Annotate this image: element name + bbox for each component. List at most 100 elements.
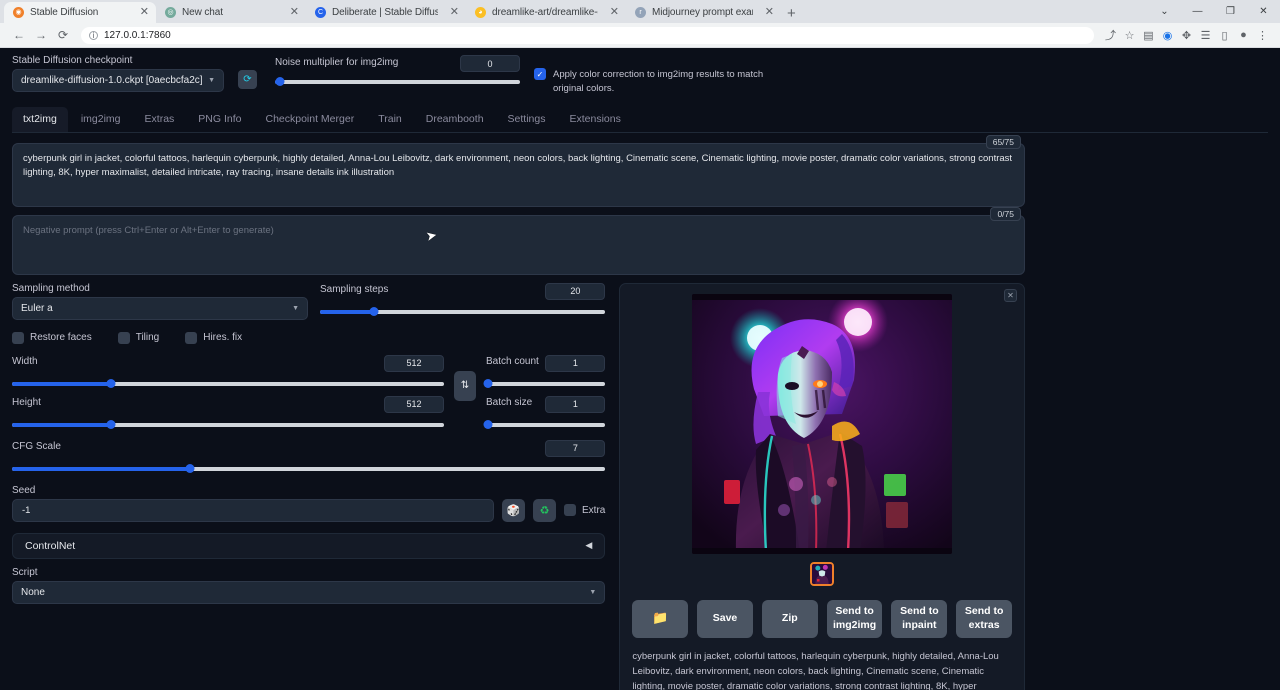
sampling-method-select[interactable]: Euler a ▼ xyxy=(12,297,308,320)
tab-settings[interactable]: Settings xyxy=(497,107,557,132)
info-icon: i xyxy=(89,31,98,40)
share-icon[interactable]: ⤴ xyxy=(1101,27,1120,43)
send-to-extras-button[interactable]: Send to extras xyxy=(956,600,1012,638)
browser-window: ◉ Stable Diffusion ✕ ◎ New chat ✕ C Deli… xyxy=(0,0,1280,690)
noise-value-input[interactable]: 0 xyxy=(460,55,520,72)
tab-close-icon[interactable]: ✕ xyxy=(134,7,149,18)
maximize-button[interactable]: ❐ xyxy=(1214,6,1247,17)
side-panel-icon[interactable]: ▯ xyxy=(1215,29,1234,42)
extensions-puzzle-icon[interactable]: ✥ xyxy=(1177,29,1196,42)
cfg-scale-slider[interactable] xyxy=(12,466,605,472)
checkbox-box xyxy=(118,332,130,344)
reuse-seed-button[interactable]: ♻ xyxy=(533,499,556,522)
tab-txt2img[interactable]: txt2img xyxy=(12,107,68,132)
tab-img2img[interactable]: img2img xyxy=(70,107,132,132)
batch-size-slider[interactable] xyxy=(486,422,605,428)
save-button[interactable]: Save xyxy=(697,600,753,638)
color-correction-group[interactable]: ✓ Apply color correction to img2img resu… xyxy=(534,68,764,96)
app-tabs: txt2img img2img Extras PNG Info Checkpoi… xyxy=(12,107,1268,133)
random-seed-button[interactable]: 🎲 xyxy=(502,499,525,522)
tab-close-icon[interactable]: ✕ xyxy=(284,7,299,18)
huggingface-icon: ◕ xyxy=(475,7,486,18)
dice-icon: 🎲 xyxy=(507,504,521,517)
send-to-inpaint-button[interactable]: Send to inpaint xyxy=(891,600,947,638)
height-slider[interactable] xyxy=(12,422,444,428)
checkpoint-group: Stable Diffusion checkpoint dreamlike-di… xyxy=(12,55,224,92)
restore-faces-checkbox[interactable]: Restore faces xyxy=(12,332,92,344)
thumbnail-0[interactable] xyxy=(810,562,834,586)
tab-extensions[interactable]: Extensions xyxy=(558,107,631,132)
browser-tab-4[interactable]: r Midjourney prompt examples : L ✕ xyxy=(626,2,781,23)
close-window-button[interactable]: ✕ xyxy=(1247,6,1280,17)
chevron-down-icon: ▼ xyxy=(589,589,596,596)
back-icon[interactable]: ← xyxy=(8,28,30,42)
reading-list-icon[interactable]: ☰ xyxy=(1196,29,1215,42)
sampling-method-label: Sampling method xyxy=(12,283,308,294)
swap-dimensions-button[interactable]: ⇅ xyxy=(454,371,476,401)
seed-input[interactable]: -1 xyxy=(12,499,494,522)
result-action-buttons: 📁 Save Zip Send to img2img Send to inpai… xyxy=(628,600,1016,638)
tab-title: Midjourney prompt examples : L xyxy=(652,7,753,18)
tiling-checkbox[interactable]: Tiling xyxy=(118,332,160,344)
sampling-steps-group: Sampling steps 20 xyxy=(320,283,605,320)
reload-icon[interactable]: ⟳ xyxy=(52,28,74,42)
tab-png-info[interactable]: PNG Info xyxy=(187,107,252,132)
wallet-icon[interactable]: ▤ xyxy=(1139,29,1158,42)
browser-tab-2[interactable]: C Deliberate | Stable Diffusion Che ✕ xyxy=(306,2,466,23)
browser-toolbar: ← → ⟳ i 127.0.0.1:7860 ⤴ ☆ ▤ ◉ ✥ ☰ ▯ ● ⋮ xyxy=(0,23,1280,48)
cfg-scale-input[interactable]: 7 xyxy=(545,440,605,457)
close-icon: ✕ xyxy=(1007,291,1014,300)
extra-checkbox[interactable]: Extra xyxy=(564,504,605,516)
minimize-button[interactable]: — xyxy=(1181,6,1214,17)
noise-slider[interactable] xyxy=(275,79,520,85)
recycle-icon: ♻ xyxy=(540,504,550,517)
chevron-down-icon: ▼ xyxy=(292,305,299,312)
tab-extras[interactable]: Extras xyxy=(134,107,186,132)
batch-size-input[interactable]: 1 xyxy=(545,396,605,413)
browser-tab-1[interactable]: ◎ New chat ✕ xyxy=(156,2,306,23)
address-bar[interactable]: i 127.0.0.1:7860 xyxy=(81,27,1094,44)
menu-kebab-icon[interactable]: ⋮ xyxy=(1253,29,1272,42)
batch-count-slider[interactable] xyxy=(486,381,605,387)
height-input[interactable]: 512 xyxy=(384,396,444,413)
profile-circle-icon[interactable]: ◉ xyxy=(1158,29,1177,42)
bookmark-star-icon[interactable]: ☆ xyxy=(1120,29,1139,42)
account-avatar-icon[interactable]: ● xyxy=(1234,29,1253,41)
forward-icon[interactable]: → xyxy=(30,28,52,42)
negative-token-counter: 0/75 xyxy=(990,207,1021,221)
zip-button[interactable]: Zip xyxy=(762,600,818,638)
new-tab-button[interactable]: + xyxy=(787,6,796,21)
negative-prompt-input[interactable]: Negative prompt (press Ctrl+Enter or Alt… xyxy=(12,215,1025,275)
browser-tab-3[interactable]: ◕ dreamlike-art/dreamlike-diffusio ✕ xyxy=(466,2,626,23)
generated-image[interactable] xyxy=(692,294,952,554)
tab-close-icon[interactable]: ✕ xyxy=(604,7,619,18)
stable-diffusion-webui: Stable Diffusion checkpoint dreamlike-di… xyxy=(0,48,1280,690)
hires-fix-checkbox[interactable]: Hires. fix xyxy=(185,332,242,344)
tab-dreambooth[interactable]: Dreambooth xyxy=(415,107,495,132)
sampling-steps-slider[interactable] xyxy=(320,309,605,315)
script-value: None xyxy=(21,587,45,598)
tab-checkpoint-merger[interactable]: Checkpoint Merger xyxy=(254,107,365,132)
open-folder-button[interactable]: 📁 xyxy=(632,600,688,638)
tab-close-icon[interactable]: ✕ xyxy=(444,7,459,18)
width-input[interactable]: 512 xyxy=(384,355,444,372)
extra-label: Extra xyxy=(582,505,605,516)
checkbox-box xyxy=(12,332,24,344)
browser-tab-0[interactable]: ◉ Stable Diffusion ✕ xyxy=(4,2,156,23)
batch-count-input[interactable]: 1 xyxy=(545,355,605,372)
script-select[interactable]: None ▼ xyxy=(12,581,605,604)
width-slider[interactable] xyxy=(12,381,444,387)
refresh-checkpoint-button[interactable]: ⟳ xyxy=(238,70,257,89)
tab-train[interactable]: Train xyxy=(367,107,413,132)
tab-close-icon[interactable]: ✕ xyxy=(759,7,774,18)
checkpoint-select[interactable]: dreamlike-diffusion-1.0.ckpt [0aecbcfa2c… xyxy=(12,69,224,92)
sampling-steps-input[interactable]: 20 xyxy=(545,283,605,300)
swap-dimensions-icon: ⇅ xyxy=(461,380,469,391)
close-gallery-button[interactable]: ✕ xyxy=(1004,289,1017,302)
controlnet-accordion[interactable]: ControlNet ◀ xyxy=(12,533,605,559)
color-correction-checkbox[interactable]: ✓ xyxy=(534,68,546,80)
toggles-row: Restore faces Tiling Hires. fix xyxy=(12,332,605,344)
positive-prompt-input[interactable]: cyberpunk girl in jacket, colorful tatto… xyxy=(12,143,1025,207)
send-to-img2img-button[interactable]: Send to img2img xyxy=(827,600,883,638)
tab-search-icon[interactable]: ⌄ xyxy=(1148,6,1181,17)
